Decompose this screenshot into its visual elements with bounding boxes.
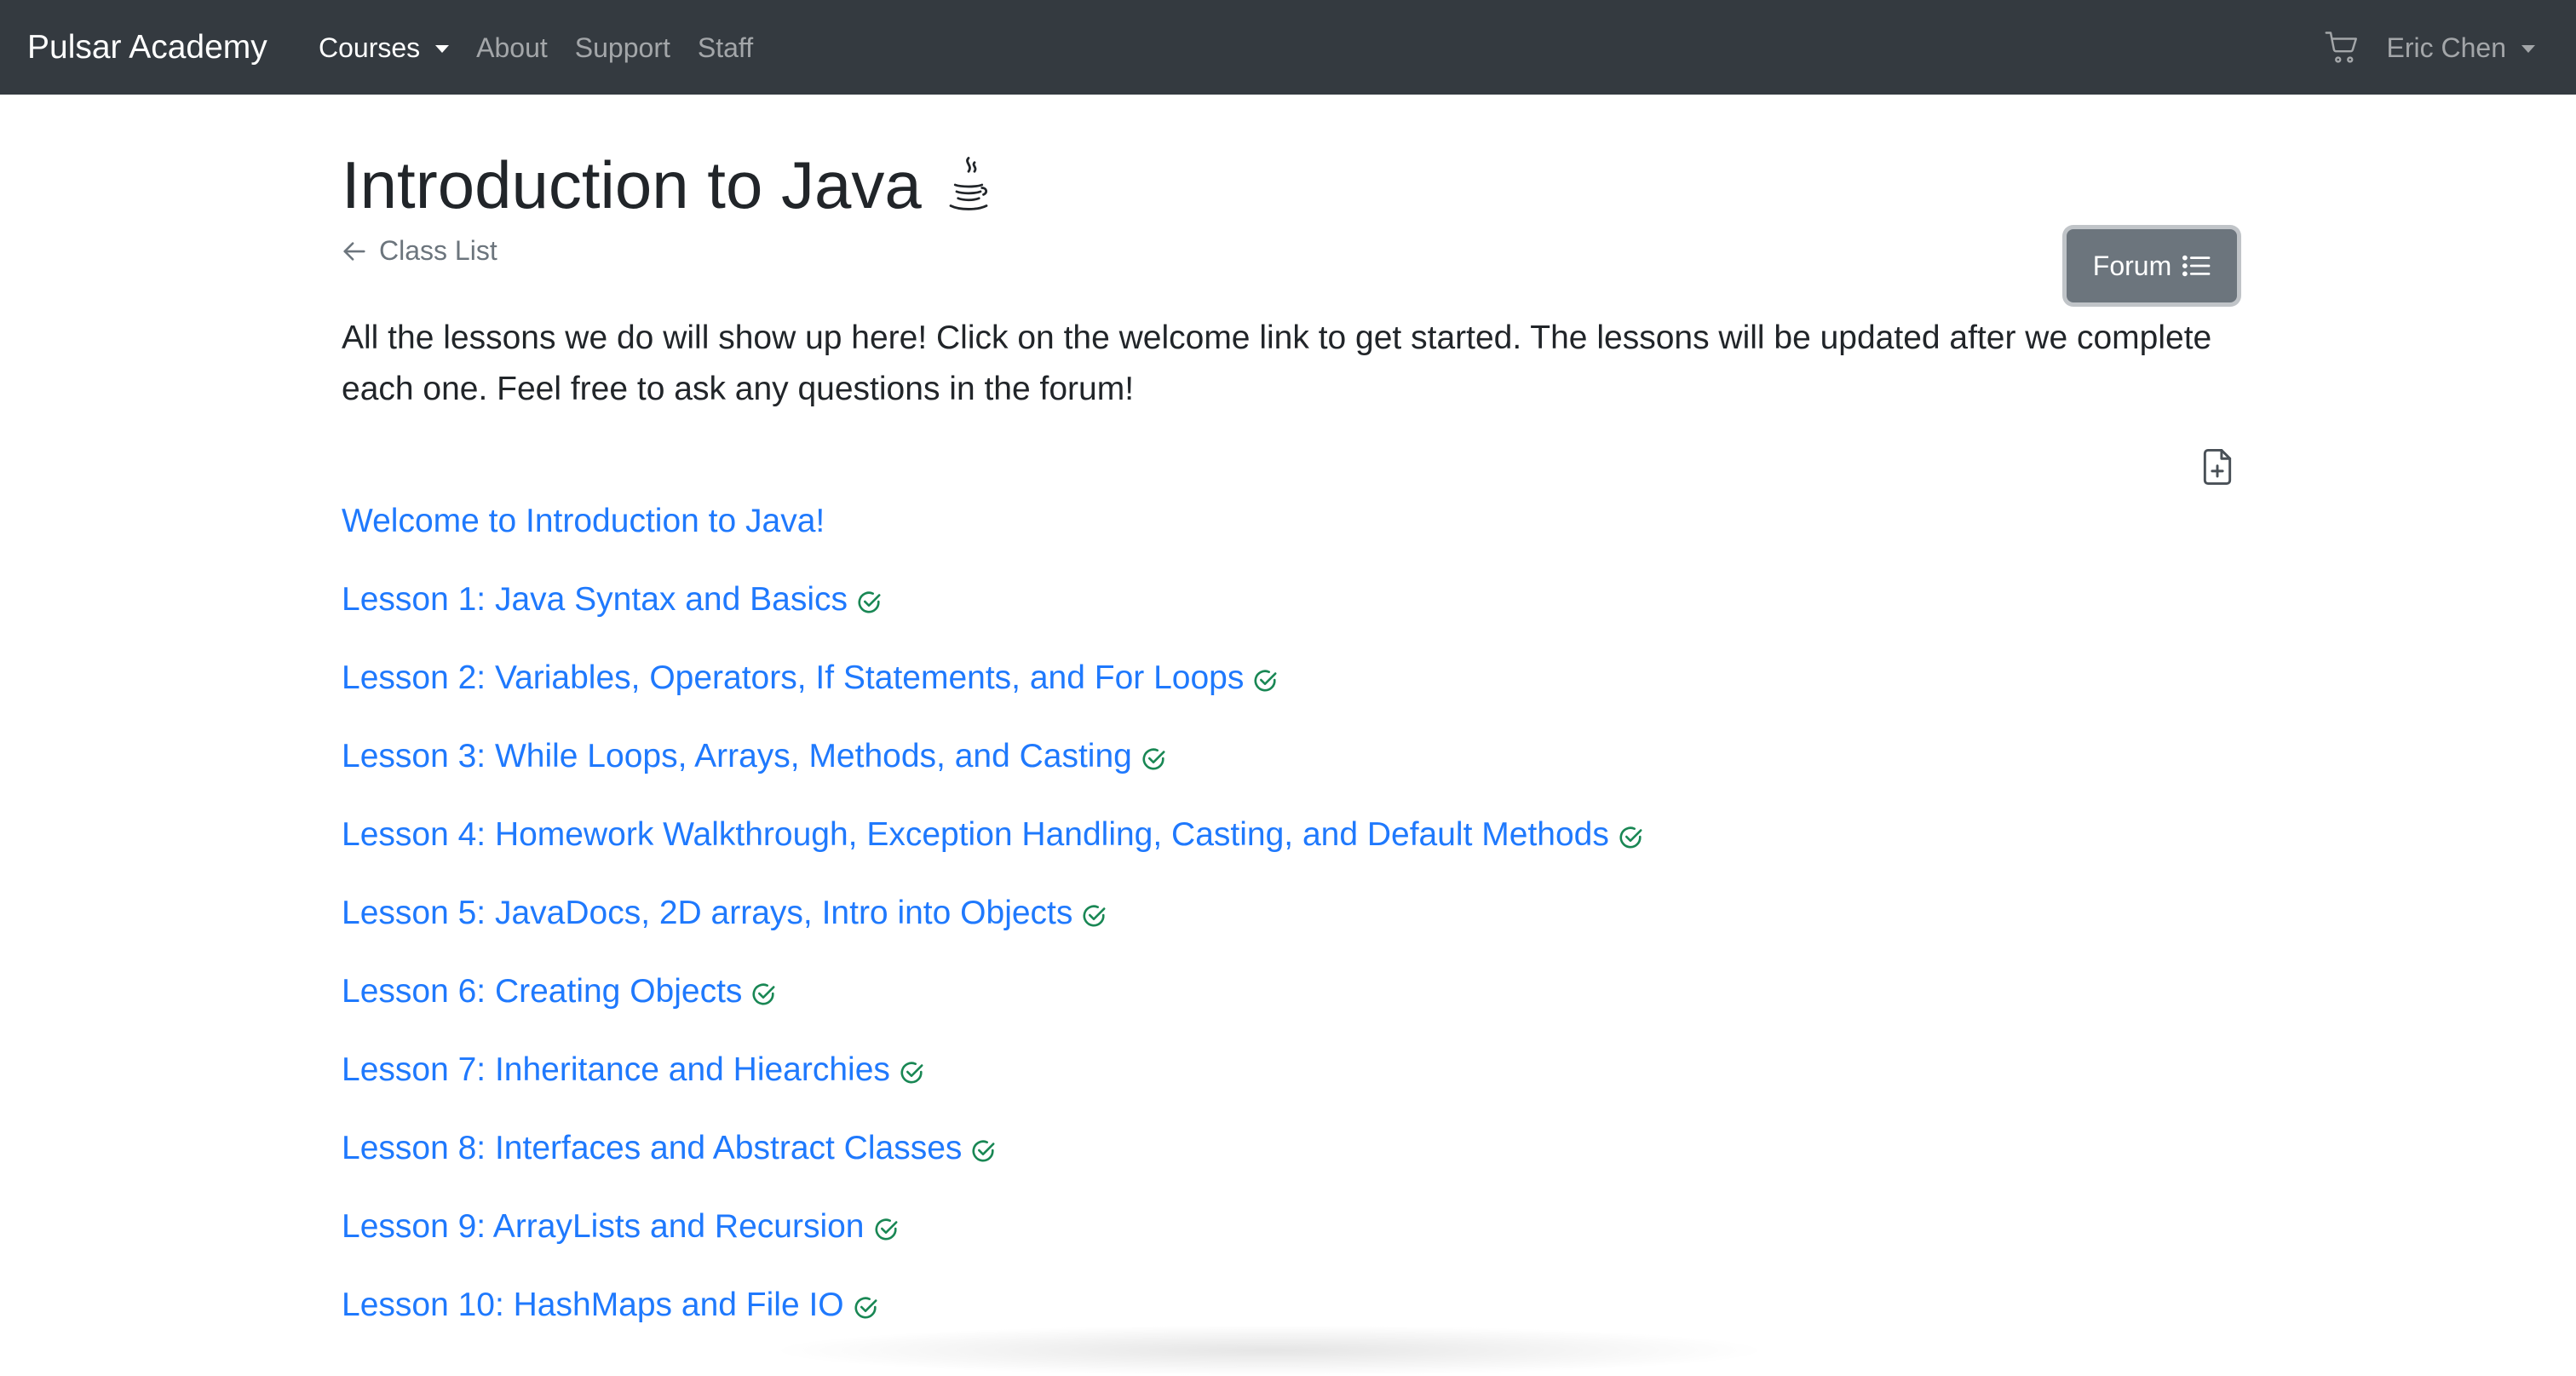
check-circle-icon [752, 983, 775, 1005]
lesson-link-1[interactable]: Lesson 1: Java Syntax and Basics [342, 581, 848, 619]
check-circle-icon [1142, 748, 1165, 770]
java-cup-icon [949, 157, 988, 210]
check-circle-icon [900, 1062, 923, 1084]
arrow-left-icon [343, 241, 365, 261]
list-item: Lesson 9: ArrayLists and Recursion [342, 1188, 1643, 1266]
list-item: Lesson 5: JavaDocs, 2D arrays, Intro int… [342, 874, 1643, 953]
list-item: Lesson 6: Creating Objects [342, 953, 1643, 1031]
check-circle-icon [1619, 826, 1642, 849]
check-circle-icon [1083, 905, 1106, 927]
check-circle-icon [1254, 670, 1277, 692]
lesson-link-welcome[interactable]: Welcome to Introduction to Java! [342, 503, 825, 540]
lesson-link-2[interactable]: Lesson 2: Variables, Operators, If State… [342, 659, 1244, 697]
page-title: Introduction to Java [342, 147, 922, 222]
nav-courses-label: Courses [319, 32, 421, 63]
lesson-link-4[interactable]: Lesson 4: Homework Walkthrough, Exceptio… [342, 816, 1609, 854]
forum-button-label: Forum [2092, 250, 2172, 281]
check-circle-icon [874, 1218, 897, 1241]
user-name: Eric Chen [2386, 32, 2507, 63]
lesson-link-6[interactable]: Lesson 6: Creating Objects [342, 973, 742, 1010]
user-menu-dropdown[interactable]: Eric Chen [2386, 32, 2535, 64]
back-to-class-list[interactable]: Class List [342, 235, 497, 267]
list-item: Lesson 1: Java Syntax and Basics [342, 561, 1643, 639]
list-item: Lesson 4: Homework Walkthrough, Exceptio… [342, 796, 1643, 874]
list-icon [2182, 255, 2211, 277]
back-link-label: Class List [379, 235, 497, 266]
lesson-link-7[interactable]: Lesson 7: Inheritance and Hiearchies [342, 1051, 890, 1089]
chevron-down-icon [2521, 44, 2535, 53]
brand-logo[interactable]: Pulsar Academy [27, 24, 267, 72]
list-item: Lesson 2: Variables, Operators, If State… [342, 639, 1643, 717]
nav-staff[interactable]: Staff [698, 32, 753, 64]
forum-button[interactable]: Forum [2067, 229, 2237, 302]
nav-about[interactable]: About [476, 32, 548, 64]
nav-right: Eric Chen [2324, 24, 2535, 72]
lesson-link-10[interactable]: Lesson 10: HashMaps and File IO [342, 1287, 844, 1324]
nav-courses-dropdown[interactable]: Courses [319, 32, 450, 64]
cart-icon[interactable] [2324, 30, 2361, 66]
top-navbar: Pulsar Academy Courses About Support Sta… [0, 0, 2576, 95]
lesson-link-3[interactable]: Lesson 3: While Loops, Arrays, Methods, … [342, 738, 1132, 775]
check-circle-icon [854, 1297, 877, 1319]
lesson-link-8[interactable]: Lesson 8: Interfaces and Abstract Classe… [342, 1130, 962, 1167]
file-plus-icon[interactable] [2200, 448, 2234, 486]
check-circle-icon [858, 591, 881, 613]
check-circle-icon [972, 1140, 995, 1162]
bottom-shadow [767, 1325, 1772, 1376]
list-item: Lesson 3: While Loops, Arrays, Methods, … [342, 717, 1643, 796]
lesson-list: Welcome to Introduction to Java! Lesson … [342, 482, 1643, 1344]
chevron-down-icon [435, 44, 450, 53]
list-item: Lesson 8: Interfaces and Abstract Classe… [342, 1109, 1643, 1188]
nav-support[interactable]: Support [575, 32, 670, 64]
lesson-link-9[interactable]: Lesson 9: ArrayLists and Recursion [342, 1208, 865, 1246]
lesson-link-5[interactable]: Lesson 5: JavaDocs, 2D arrays, Intro int… [342, 895, 1072, 932]
title-row: Introduction to Java [342, 144, 993, 226]
list-item: Lesson 7: Inheritance and Hiearchies [342, 1031, 1643, 1109]
nav-links: Courses About Support Staff [319, 24, 780, 72]
list-item: Welcome to Introduction to Java! [342, 482, 1643, 561]
intro-text: All the lessons we do will show up here!… [342, 320, 2212, 407]
